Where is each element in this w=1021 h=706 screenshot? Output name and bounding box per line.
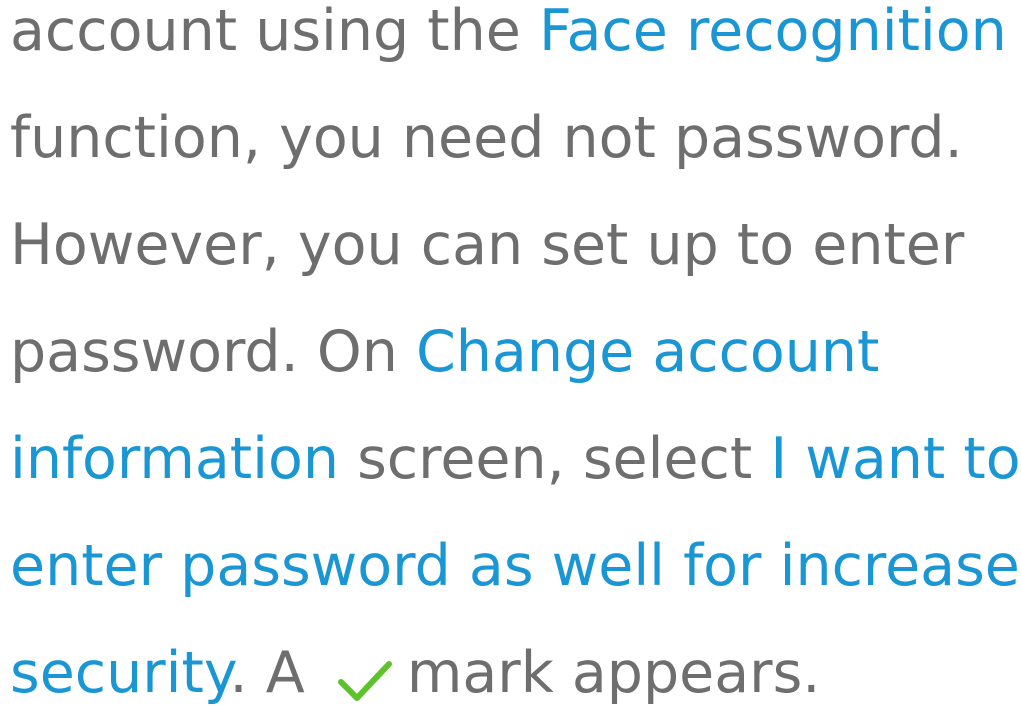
text-line-7: security. A mark appears. [10,645,820,702]
text-line-3: However, you can set up to enter [10,217,964,274]
option-term-security: security [10,640,230,706]
menu-term-information: information [10,426,339,492]
menu-term-face-recognition: Face recognition [538,0,1007,64]
text-line-2: function, you need not password. [10,110,963,167]
check-mark-icon [337,661,392,701]
body-text: function, you need not password. [10,105,963,171]
text-line-4: password. On Change account [10,324,879,381]
text-line-6: enter password as well for increased [10,538,1021,595]
body-text: However, you can set up to enter [10,212,965,278]
text-line-1: account using the Face recognition [10,3,1007,60]
menu-term-change-account: Change account [415,319,880,385]
body-text: password. On [10,319,416,385]
body-text: mark appears. [406,640,821,706]
option-term-i-want-to: I want to [770,426,1021,492]
body-text: . A [229,640,323,706]
body-text: screen, select [338,426,771,492]
body-text: account using the [10,0,539,64]
option-term-enter-password: enter password as well for increased [10,533,1021,599]
text-line-5: information screen, select I want to [10,431,1021,488]
